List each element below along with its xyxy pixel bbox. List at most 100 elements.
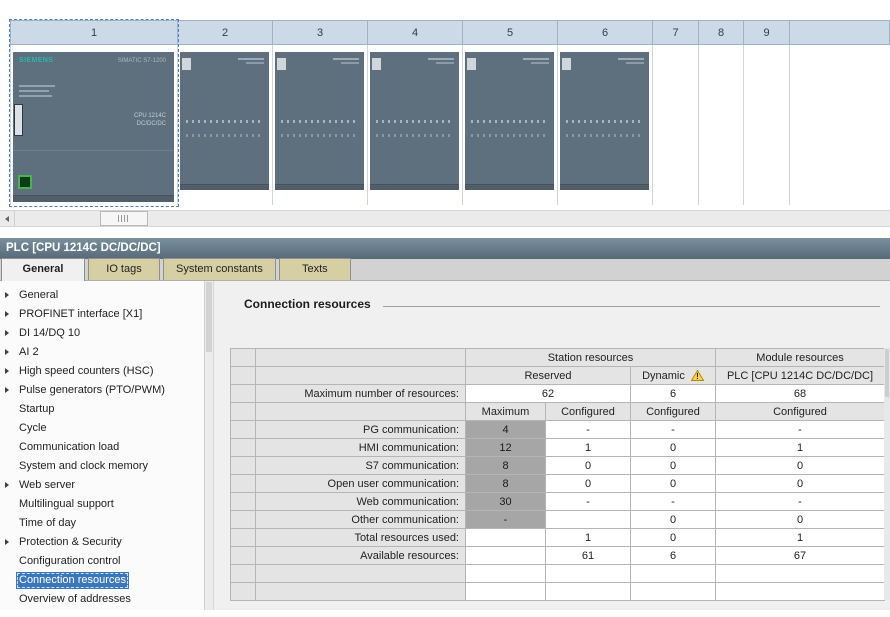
- nav-item-time-of-day[interactable]: Time of day: [0, 514, 204, 533]
- slot-8-empty[interactable]: [699, 45, 744, 205]
- properties-content: General PROFINET interface [X1] DI 14/DQ…: [0, 281, 890, 610]
- sm-connector: [562, 58, 571, 70]
- signal-module[interactable]: [275, 52, 364, 190]
- slot-header-4[interactable]: 4: [368, 20, 463, 45]
- nav-item-overview-of-addresses[interactable]: Overview of addresses: [0, 590, 204, 609]
- slot-4[interactable]: [368, 45, 463, 205]
- slot-1[interactable]: SIEMENS SIMATIC S7-1200 CPU 1214C DC/DC/…: [10, 45, 178, 205]
- siemens-logo: SIEMENS: [19, 57, 53, 64]
- nav-item-startup[interactable]: Startup: [0, 400, 204, 419]
- expand-arrow-icon[interactable]: [5, 539, 9, 545]
- properties-nav: General PROFINET interface [X1] DI 14/DQ…: [0, 281, 205, 610]
- cell-max: 8: [466, 475, 546, 493]
- sm-channel-labels: [376, 134, 453, 137]
- nav-item-ai2[interactable]: AI 2: [0, 343, 204, 362]
- cpu-model-label: CPU 1214C DC/DC/DC: [134, 112, 166, 128]
- signal-module[interactable]: [560, 52, 649, 190]
- table-row-web-communication: Web communication: 30 - - -: [231, 493, 885, 511]
- sm-label-line: [523, 58, 549, 60]
- slot-5[interactable]: [463, 45, 558, 205]
- max-module-value: 68: [716, 385, 885, 403]
- tab-io-tags[interactable]: IO tags: [88, 258, 160, 280]
- horizontal-scrollbar[interactable]: [0, 210, 890, 227]
- nav-item-connection-resources[interactable]: Connection resources: [0, 571, 204, 590]
- slot-3[interactable]: [273, 45, 368, 205]
- nav-item-communication-load[interactable]: Communication load: [0, 438, 204, 457]
- horizontal-scrollbar-thumb[interactable]: [100, 211, 148, 226]
- scroll-left-arrow-icon: [5, 216, 9, 222]
- row-label: Available resources:: [256, 547, 466, 565]
- nav-vertical-scrollbar[interactable]: [205, 281, 214, 610]
- sm-terminal-strip: [275, 184, 364, 190]
- nav-item-protection-security[interactable]: Protection & Security: [0, 533, 204, 552]
- expand-arrow-icon[interactable]: [5, 292, 9, 298]
- cell-reserved: 1: [546, 529, 631, 547]
- expand-arrow-icon[interactable]: [5, 349, 9, 355]
- tab-system-constants[interactable]: System constants: [163, 258, 276, 280]
- signal-module[interactable]: [465, 52, 554, 190]
- nav-item-di-dq[interactable]: DI 14/DQ 10: [0, 324, 204, 343]
- cell-dynamic: -: [631, 421, 716, 439]
- sm-channel-labels: [281, 134, 358, 137]
- cell-module: 1: [716, 439, 885, 457]
- nav-item-general[interactable]: General: [0, 286, 204, 305]
- slot-header-3[interactable]: 3: [273, 20, 368, 45]
- sm-connector: [372, 58, 381, 70]
- nav-item-system-clock-memory[interactable]: System and clock memory: [0, 457, 204, 476]
- signal-module[interactable]: [370, 52, 459, 190]
- properties-tab-bar: General IO tags System constants Texts: [0, 259, 890, 281]
- subheader-configured-module: Configured: [716, 403, 885, 421]
- expand-arrow-icon[interactable]: [5, 330, 9, 336]
- expand-arrow-icon[interactable]: [5, 368, 9, 374]
- tab-general[interactable]: General: [1, 258, 85, 281]
- section-title-rule: [383, 306, 880, 307]
- slot-header-1[interactable]: 1: [10, 20, 178, 45]
- cell-dynamic: 0: [631, 529, 716, 547]
- slot-2[interactable]: [178, 45, 273, 205]
- expand-arrow-icon[interactable]: [5, 387, 9, 393]
- row-label: PG communication:: [256, 421, 466, 439]
- nav-scrollbar-thumb[interactable]: [206, 282, 212, 352]
- table-scrollbar-thumb[interactable]: [885, 349, 889, 397]
- sm-connector: [182, 58, 191, 70]
- slot-header-9[interactable]: 9: [744, 20, 790, 45]
- expand-arrow-icon[interactable]: [5, 482, 9, 488]
- cell-dynamic: 0: [631, 475, 716, 493]
- sm-label-line: [333, 58, 359, 60]
- table-vertical-scrollbar[interactable]: [884, 348, 890, 600]
- slot-9-empty[interactable]: [744, 45, 790, 205]
- nav-item-cycle[interactable]: Cycle: [0, 419, 204, 438]
- slot-header-2[interactable]: 2: [178, 20, 273, 45]
- slot-header-6[interactable]: 6: [558, 20, 653, 45]
- slot-header-8[interactable]: 8: [699, 20, 744, 45]
- rack-slot-header-row: 1 2 3 4 5 6 7 8 9: [10, 20, 890, 45]
- properties-title-bar: PLC [CPU 1214C DC/DC/DC]: [0, 238, 890, 259]
- col-header-plc: PLC [CPU 1214C DC/DC/DC]: [716, 367, 885, 385]
- tab-texts[interactable]: Texts: [279, 258, 351, 280]
- nav-item-hsc[interactable]: High speed counters (HSC): [0, 362, 204, 381]
- signal-module[interactable]: [180, 52, 269, 190]
- cell-reserved: 0: [546, 457, 631, 475]
- nav-item-configuration-control[interactable]: Configuration control: [0, 552, 204, 571]
- properties-main-pane: Connection resources Station resources M…: [214, 281, 890, 610]
- cpu-series-label: SIMATIC S7-1200: [118, 58, 166, 64]
- cpu-module[interactable]: SIEMENS SIMATIC S7-1200 CPU 1214C DC/DC/…: [13, 52, 174, 202]
- scroll-left-button[interactable]: [0, 211, 15, 226]
- table-row-s7-communication: S7 communication: 8 0 0 0: [231, 457, 885, 475]
- nav-item-pulse-generators[interactable]: Pulse generators (PTO/PWM): [0, 381, 204, 400]
- slot-header-7[interactable]: 7: [653, 20, 699, 45]
- cell-reserved: 61: [546, 547, 631, 565]
- nav-item-web-server[interactable]: Web server: [0, 476, 204, 495]
- nav-item-profinet-interface[interactable]: PROFINET interface [X1]: [0, 305, 204, 324]
- table-row-maximum-resources: Maximum number of resources: 62 6 68: [231, 385, 885, 403]
- slot-header-5[interactable]: 5: [463, 20, 558, 45]
- sm-terminal-strip: [560, 184, 649, 190]
- nav-item-multilingual-support[interactable]: Multilingual support: [0, 495, 204, 514]
- slot-7-empty[interactable]: [653, 45, 699, 205]
- sm-channel-labels: [186, 134, 263, 137]
- slot-6[interactable]: [558, 45, 653, 205]
- cell-max: 8: [466, 457, 546, 475]
- cell-max: -: [466, 511, 546, 529]
- expand-arrow-icon[interactable]: [5, 311, 9, 317]
- sm-channel-labels: [376, 120, 453, 123]
